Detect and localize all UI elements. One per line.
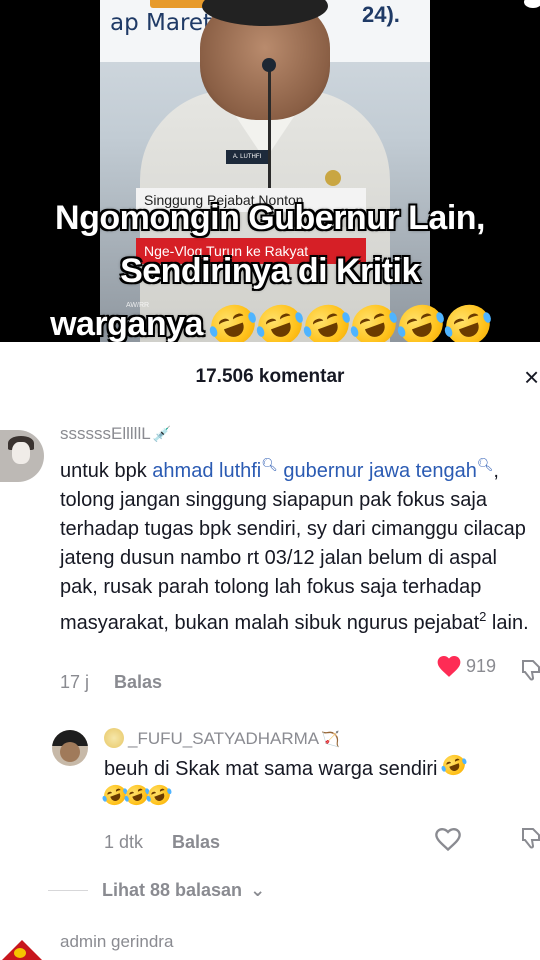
speaker-nametag: A. LUTHFI: [226, 150, 268, 164]
reply-username[interactable]: _FUFU_SATYADHARMA 🏹: [104, 728, 340, 749]
comment-timestamp: 17 j: [60, 672, 90, 692]
view-replies-button[interactable]: Lihat 88 balasan ⌄: [48, 880, 265, 901]
banner-text-right: 24).: [362, 2, 400, 27]
search-icon: 🔍︎: [261, 457, 278, 472]
avatar[interactable]: [52, 730, 88, 766]
mention-link[interactable]: ahmad luthfi🔍︎: [152, 457, 278, 482]
more-icon[interactable]: [524, 0, 540, 8]
view-replies-label: Lihat 88 balasan: [102, 880, 243, 900]
laughing-emoji-icon: [393, 298, 449, 342]
comment-text-part: untuk bpk: [60, 460, 153, 482]
caption-line-3-wrapper: warganya: [50, 298, 496, 342]
search-icon: 🔍︎: [476, 457, 494, 472]
microphone-icon: [262, 58, 276, 72]
laughing-emoji-icon: [205, 298, 261, 342]
mention-text: ahmad luthfi: [152, 460, 262, 482]
video-player[interactable]: ap Maret 24). A. LUTHFI Singgung Pejabat…: [0, 0, 540, 342]
comment-text-part: lain.: [486, 612, 529, 634]
heart-filled-icon: [437, 656, 461, 677]
laughing-emoji-icon: [440, 298, 496, 342]
caption-emoji-row: [205, 298, 496, 342]
dislike-button[interactable]: [520, 658, 540, 688]
uniform-pin: [325, 170, 341, 186]
username-text: _FUFU_SATYADHARMA: [128, 729, 320, 748]
news-logo: [150, 0, 210, 8]
mention-link[interactable]: gubernur jawa tengah🔍︎: [283, 457, 494, 482]
comment-text-part: , tolong jangan singgung siapapun pak fo…: [60, 460, 526, 634]
reply-text: beuh di Skak mat sama warga sendiri: [101, 751, 534, 814]
video-caption: Ngomongin Gubernur Lain, Sendirinya di K…: [0, 192, 540, 342]
laughing-emoji-icon: [145, 781, 173, 809]
syringe-emoji-icon: 💉: [152, 426, 172, 443]
laughing-emoji-icon: [346, 298, 402, 342]
close-button[interactable]: ×: [524, 364, 540, 390]
reply-button[interactable]: Balas: [114, 672, 162, 693]
comments-sheet: 17.506 komentar × ssssssElllllL 💉 untuk b…: [0, 342, 540, 960]
caption-line-2: Sendirinya di Kritik: [120, 252, 420, 290]
reply-timestamp: 1 dtk: [104, 832, 144, 852]
avatar[interactable]: [0, 934, 42, 960]
dislike-button[interactable]: [520, 826, 540, 856]
thumbs-down-icon: [522, 660, 540, 681]
comment-text: untuk bpk ahmad luthfi🔍︎ gubernur jawa t…: [60, 450, 540, 638]
caption-line-3: warganya: [50, 305, 203, 342]
like-button[interactable]: 919: [436, 654, 496, 678]
comment-username[interactable]: ssssssElllllL 💉: [60, 424, 171, 444]
mention-text: gubernur jawa tengah: [283, 460, 477, 482]
chevron-down-icon: ⌄: [250, 880, 266, 900]
username-text: ssssssElllllL: [60, 424, 151, 443]
coin-emoji-icon: [104, 728, 124, 748]
banner-text-left: ap Maret: [110, 10, 213, 36]
thumbs-down-icon: [522, 828, 540, 849]
caption-line-1: Ngomongin Gubernur Lain,: [55, 199, 485, 237]
laughing-emoji-icon: [299, 298, 355, 342]
avatar[interactable]: [0, 430, 44, 482]
comment-username[interactable]: admin gerindra: [60, 932, 173, 952]
like-count: 919: [466, 655, 497, 676]
reply-button[interactable]: Balas: [172, 832, 220, 853]
heart-outline-icon[interactable]: [434, 826, 462, 852]
divider-line: [48, 890, 88, 891]
laughing-emoji-icon: [252, 298, 308, 342]
laughing-emoji-icon: [440, 751, 468, 779]
comments-count: 17.506 komentar: [195, 366, 345, 387]
reply-text-content: beuh di Skak mat sama warga sendiri: [104, 758, 438, 780]
bow-arrow-emoji-icon: 🏹: [321, 731, 340, 748]
